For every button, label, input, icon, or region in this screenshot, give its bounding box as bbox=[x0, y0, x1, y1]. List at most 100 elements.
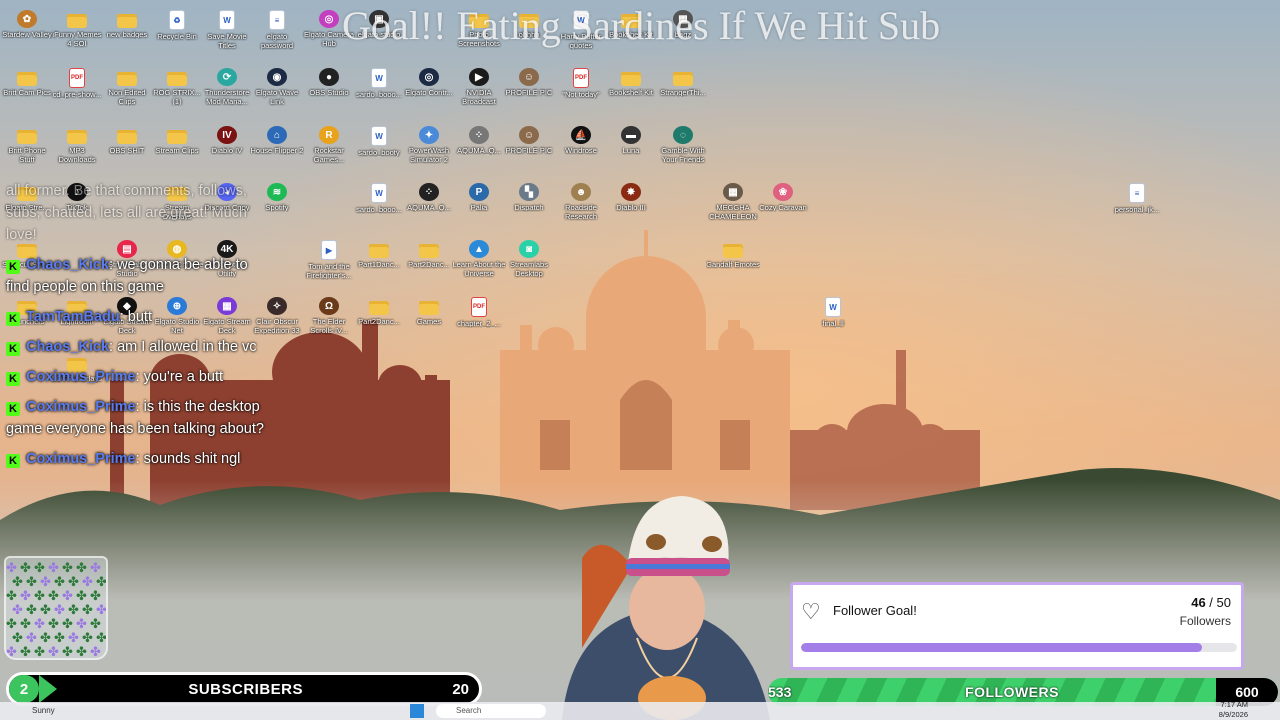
desktop-icon[interactable]: ⁘ AQUMA_Q... bbox=[452, 126, 506, 155]
desktop-icon[interactable]: Games bbox=[402, 297, 456, 326]
desktop-icon[interactable]: Part1Danc... bbox=[352, 240, 406, 269]
desktop-icon[interactable]: ≡ personal_jk... bbox=[1110, 183, 1164, 214]
app-icon: ✿ bbox=[17, 10, 37, 28]
desktop-icon[interactable]: Ω The Elder Scrolls IV... bbox=[302, 297, 356, 335]
desktop-icon[interactable]: R Rockstar Games... bbox=[302, 126, 356, 164]
desktop-icon[interactable]: Britt Cam Pics bbox=[0, 68, 54, 97]
desktop-icon[interactable]: ▶ NVIDIA Broadcast bbox=[452, 68, 506, 106]
desktop-icon[interactable]: Wsardo_booo... bbox=[352, 68, 406, 99]
desktop-icon[interactable]: ROG STRIX... (1) bbox=[150, 68, 204, 106]
desktop-icon[interactable]: ≡ elgato password bbox=[250, 10, 304, 50]
folder-icon bbox=[621, 72, 641, 86]
desktop-icon-label: Stardew Valley bbox=[2, 30, 52, 39]
desktop-icon[interactable]: ▶ Tom and the Firefighter's... bbox=[302, 240, 356, 280]
desktop-icon[interactable]: Part2Danc... bbox=[402, 240, 456, 269]
desktop-icon[interactable]: ❀ Cozy Caravan bbox=[756, 183, 810, 212]
desktop-icon[interactable]: ◌ Gamble With Your Friends bbox=[656, 126, 710, 164]
desktop-icon[interactable]: PDF chapter_2_... bbox=[452, 297, 506, 328]
clock-date: 8/9/2026 bbox=[1218, 710, 1248, 719]
desktop-icon-label: OBS SHIT bbox=[109, 146, 145, 155]
desktop-icon[interactable]: StrangerThi... bbox=[656, 68, 710, 97]
desktop-icon[interactable]: ◙ Streamlabs Desktop bbox=[502, 240, 556, 278]
desktop-icon[interactable]: Part2Danc... bbox=[352, 297, 406, 326]
chat-message: K Chaos_Kick: am I allowed in the vc bbox=[6, 336, 274, 358]
desktop-icon-label: Games bbox=[416, 317, 442, 326]
desktop-icon[interactable]: Bookshelf Kit bbox=[604, 68, 658, 97]
clover-icon: ✤ bbox=[62, 644, 73, 659]
desktop-icon-label: The Elder Scrolls IV... bbox=[310, 317, 348, 335]
desktop-icon[interactable]: OBS SHIT bbox=[100, 126, 154, 155]
desktop-icon[interactable]: ▚ Dispatch bbox=[502, 183, 556, 212]
folder-icon bbox=[167, 130, 187, 144]
app-icon: ⌂ bbox=[267, 126, 287, 144]
desktop-icon[interactable]: ☺ PROFILE PIC bbox=[502, 68, 556, 97]
desktop-icon[interactable]: ▦ MEGGHA CHAMELEON bbox=[706, 183, 760, 221]
desktop-icon[interactable]: Wsardo_booo... bbox=[352, 183, 406, 214]
desktop-icon[interactable]: ⁘ AQUMA_Q... bbox=[402, 183, 456, 212]
desktop-icon-label: StrangerThi... bbox=[660, 88, 706, 97]
app-icon: ✦ bbox=[419, 126, 439, 144]
desktop-icon-label: Streamlabs Desktop bbox=[510, 260, 548, 278]
desktop-icon[interactable]: Stream Clips bbox=[150, 126, 204, 155]
desktop-icon-label: Bookshelf Kit bbox=[609, 88, 653, 97]
desktop-icon[interactable]: Britt Phone Stuff bbox=[0, 126, 54, 164]
app-icon: ▚ bbox=[519, 183, 539, 201]
desktop-icon[interactable]: ♻ Recycle Bin bbox=[150, 10, 204, 41]
follower-target: 50 bbox=[1216, 595, 1231, 610]
document-icon: W bbox=[371, 68, 387, 88]
desktop-icon[interactable]: ✿ Stardew Valley bbox=[0, 10, 54, 39]
desktop-icon[interactable]: PDF cd_pre-show... bbox=[50, 68, 104, 99]
desktop-icon-label: Stream Clips bbox=[155, 146, 199, 155]
clover-icon: ✤ bbox=[6, 644, 17, 659]
chat-text: am I allowed in the vc bbox=[117, 339, 257, 355]
desktop-icon-label: Part2Danc... bbox=[408, 260, 450, 269]
folder-icon bbox=[67, 14, 87, 28]
desktop-icon-label: Tom and the Firefighter's... bbox=[306, 262, 352, 280]
desktop-icon-label: Elgato Contr... bbox=[405, 88, 453, 97]
desktop-icon[interactable]: new badges bbox=[100, 10, 154, 39]
app-icon: ⟳ bbox=[217, 68, 237, 86]
folder-icon bbox=[167, 72, 187, 86]
kick-badge-icon: K bbox=[6, 454, 20, 468]
desktop-icon-label: AQUMA_Q... bbox=[457, 146, 501, 155]
desktop-icon[interactable]: ☻ Roadside Research bbox=[554, 183, 608, 221]
follower-current: 46 bbox=[1191, 595, 1206, 610]
desktop-icon[interactable]: ▬ Luna bbox=[604, 126, 658, 155]
desktop-icon[interactable]: ◉ Elgato Wave Link bbox=[250, 68, 304, 106]
desktop-icon[interactable]: Wfinal_ll bbox=[806, 297, 860, 328]
weather-widget[interactable]: Sunny bbox=[32, 706, 55, 715]
desktop-icon[interactable]: Wsardo_booty bbox=[352, 126, 406, 157]
taskbar-clock[interactable]: 7:17 AM 8/9/2026 bbox=[1219, 700, 1248, 720]
desktop-icon[interactable]: Non Edited Clips bbox=[100, 68, 154, 106]
desktop-icon[interactable]: ✸ Diablo III bbox=[604, 183, 658, 212]
desktop-icon[interactable]: ⛵ Windrose bbox=[554, 126, 608, 155]
desktop-icon[interactable]: IV Diablo IV bbox=[200, 126, 254, 155]
folder-icon bbox=[369, 244, 389, 258]
desktop-icon[interactable]: ⌂ House Flipper 2 bbox=[250, 126, 304, 155]
app-icon: ▲ bbox=[469, 240, 489, 258]
desktop-icon[interactable]: Gandalf Emotes bbox=[706, 240, 760, 269]
windows-start-icon[interactable] bbox=[410, 704, 424, 718]
app-icon: ◎ bbox=[319, 10, 339, 28]
desktop-icon[interactable]: ✦ PowerWash Simulator 2 bbox=[402, 126, 456, 164]
desktop-icon[interactable]: MP3 Downloads bbox=[50, 126, 104, 164]
desktop-icon-label: iFunny Memes 4 SOI bbox=[52, 30, 102, 48]
desktop-icon[interactable]: ◎ Elgato Contr... bbox=[402, 68, 456, 97]
folder-icon bbox=[369, 301, 389, 315]
desktop-icon[interactable]: ⟳ Thunderstore Mod Mana... bbox=[200, 68, 254, 106]
chat-message: K Coximus_Prime: is this the desktop game… bbox=[6, 399, 264, 437]
desktop-icon[interactable]: W Save Movie Titles bbox=[200, 10, 254, 50]
app-icon: ◌ bbox=[673, 126, 693, 144]
desktop-icon[interactable]: iFunny Memes 4 SOI bbox=[50, 10, 104, 48]
desktop-icon-label: Part1Danc... bbox=[358, 260, 400, 269]
desktop-icon[interactable]: P Palia bbox=[452, 183, 506, 212]
pdf-file-icon: PDF bbox=[573, 68, 589, 88]
desktop-icon[interactable]: ● OBS Studio bbox=[302, 68, 356, 97]
app-icon: ⁘ bbox=[469, 126, 489, 144]
webcam-feed bbox=[562, 496, 770, 720]
taskbar-search[interactable]: Search bbox=[436, 704, 546, 718]
desktop-icon[interactable]: PDF "Not today" bbox=[554, 68, 608, 99]
desktop-icon[interactable]: ▲ Learn About the Universe bbox=[452, 240, 506, 278]
chat-text: butt bbox=[127, 309, 152, 325]
desktop-icon[interactable]: ☺ PROFILE PIC bbox=[502, 126, 556, 155]
